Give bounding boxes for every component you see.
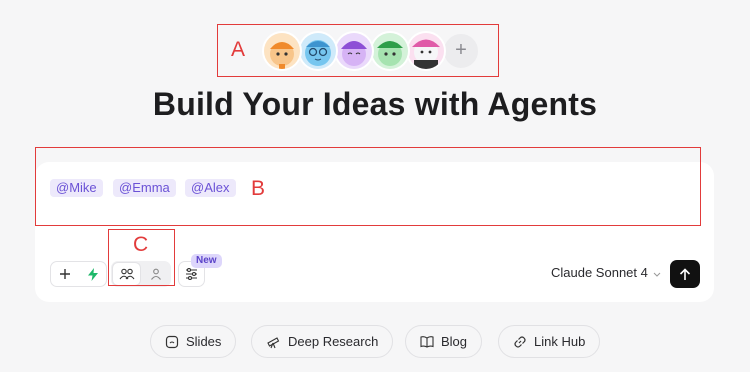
chip-slides-label: Slides [186,334,222,349]
chip-deep-research[interactable]: Deep Research [251,325,394,358]
sliders-icon [186,268,197,280]
blue-glasses-agent-avatar-icon[interactable] [298,31,338,71]
model-selector[interactable]: Claude Sonnet 4 [551,265,661,280]
pink-agent-avatar-icon[interactable] [406,31,446,71]
model-selector-label: Claude Sonnet 4 [551,265,648,280]
chip-blog-label: Blog [441,334,468,349]
new-badge: New [191,254,222,268]
slides-icon [165,335,179,349]
chip-blog[interactable]: Blog [405,325,483,358]
chevron-down-icon [653,265,661,280]
annotation-label-a: A [231,38,246,61]
lightning-icon [88,267,98,281]
composer-tool-group [50,261,107,287]
chip-link-hub[interactable]: Link Hub [498,325,601,358]
link-icon [513,335,527,349]
chip-link-hub-label: Link Hub [534,334,586,349]
add-attachment-button[interactable] [51,262,79,286]
chip-deep-research-label: Deep Research [288,334,379,349]
annotation-label-c: C [133,233,149,256]
annotation-label-b: B [251,177,266,200]
telescope-icon [266,335,281,349]
arrow-up-icon [679,267,691,280]
purple-agent-avatar-icon[interactable] [334,31,374,71]
book-icon [420,335,434,348]
orange-agent-avatar-icon[interactable] [262,31,302,71]
chip-slides[interactable]: Slides [150,325,237,358]
send-button[interactable] [670,260,700,288]
quick-mode-button[interactable] [79,262,107,286]
green-agent-avatar-icon[interactable] [370,31,410,71]
page-title: Build Your Ideas with Agents [152,86,598,122]
annotation-box-b [35,147,701,226]
add-agent-button[interactable]: + [442,32,480,70]
plus-icon [60,269,70,279]
